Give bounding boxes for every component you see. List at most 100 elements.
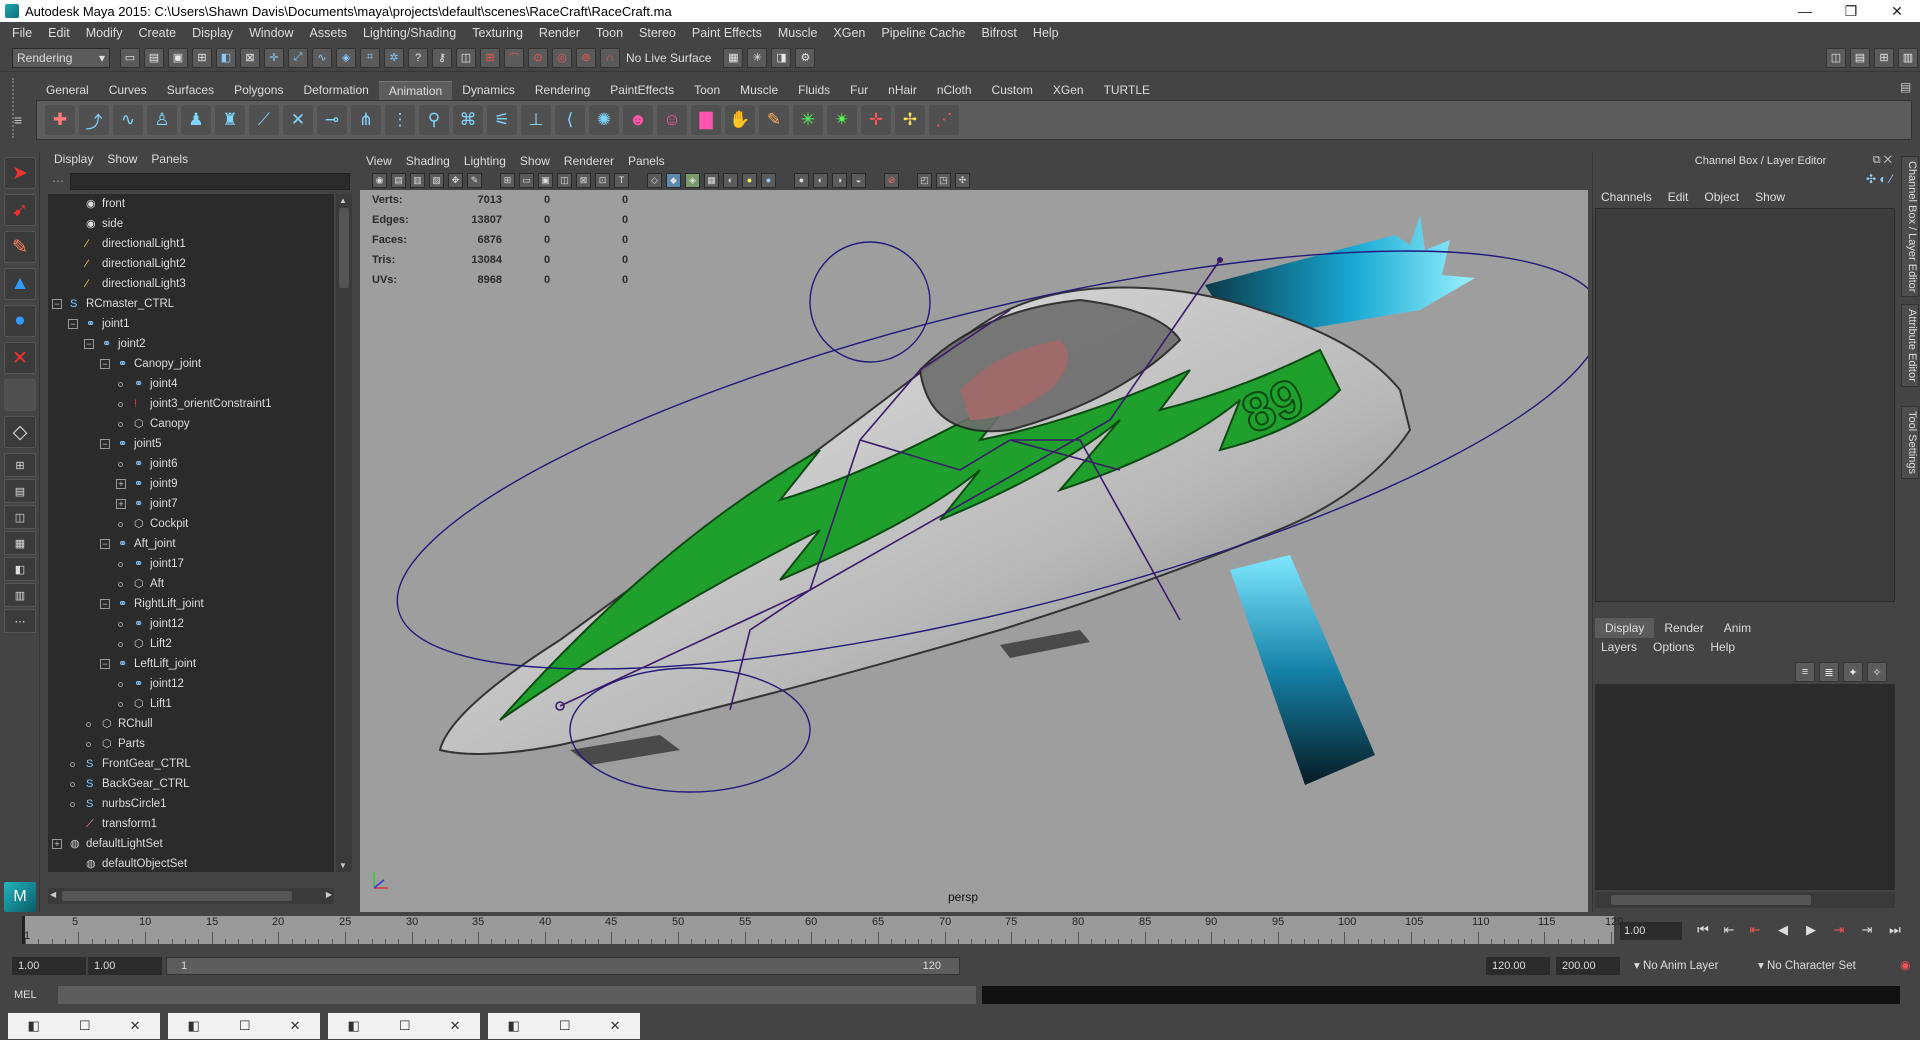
layer-menu-options[interactable]: Options [1653,640,1694,654]
smooth-bind-icon[interactable]: ♟ [181,105,211,135]
grease-pencil-icon[interactable]: ✎ [467,172,482,188]
close-icon[interactable]: ✕ [130,1018,141,1034]
save-scene-icon[interactable]: ▣ [168,47,188,68]
shelf-tab-dynamics[interactable]: Dynamics [452,81,525,99]
close-icon[interactable]: ✕ [450,1018,461,1034]
move-layer-up-icon[interactable]: ≡ [1795,662,1815,682]
outliner-item[interactable]: − S RCmaster_CTRL [48,294,334,314]
play-forwards-button[interactable]: ▶ [1800,922,1822,940]
graph-editor-layout-icon[interactable]: ▥ [4,583,36,607]
outliner-item[interactable]: − ⚭ LeftLift_joint [48,654,334,674]
command-input[interactable] [58,986,976,1004]
menu-edit[interactable]: Edit [40,26,78,40]
scroll-down-arrow-icon[interactable]: ▼ [339,861,347,870]
single-perspective-layout-icon[interactable]: ◇ [4,416,36,448]
outliner-item[interactable]: − ⚭ Aft_joint [48,534,334,554]
bind-skin-icon[interactable]: ♙ [147,105,177,135]
collapse-icon[interactable]: − [84,339,94,349]
shelf-tab-general[interactable]: General [36,81,99,99]
ik-handle-icon[interactable]: ⤴ [79,105,109,135]
open-scene-icon[interactable]: ▤ [144,47,164,68]
layer-tab-render[interactable]: Render [1654,618,1713,638]
isolate-select-icon[interactable]: ◒ [851,172,866,188]
outliner-item[interactable]: ⚭ joint17 [48,554,334,574]
select-handle-icon[interactable]: ✛ [264,47,284,68]
joint-tool-icon[interactable]: ⟋ [249,105,279,135]
outliner-item[interactable]: ⬡ Aft [48,574,334,594]
new-scene-icon[interactable]: ▭ [120,47,140,68]
racecraft-model[interactable]: 89 [360,190,1588,912]
layer-horizontal-scrollbar[interactable] [1595,892,1895,908]
reroot-skeleton-icon[interactable]: ⋔ [351,105,381,135]
menu-lighting-shading[interactable]: Lighting/Shading [355,26,464,40]
outliner-item[interactable]: ⬡ RChull [48,714,334,734]
safe-title-icon[interactable]: T [614,172,629,188]
menu-bifrost[interactable]: Bifrost [973,26,1024,40]
film-gate-icon[interactable]: ▭ [519,172,534,188]
outliner-menu-show[interactable]: Show [107,152,137,166]
outliner-item[interactable]: + ⚭ joint9 [48,474,334,494]
outliner-item[interactable]: ⬡ Cockpit [48,514,334,534]
animation-start-field[interactable]: 1.00 [12,957,86,975]
last-tool-icon[interactable] [4,379,36,411]
outliner-item[interactable]: − ⚭ RightLift_joint [48,594,334,614]
close-button[interactable]: ✕ [1874,0,1920,22]
playback-start-field[interactable]: 1.00 [88,957,162,975]
select-curve-icon[interactable]: ∿ [312,47,332,68]
shelf-tab-deformation[interactable]: Deformation [293,81,378,99]
outliner-search-input[interactable] [70,172,350,190]
viewport-menu-lighting[interactable]: Lighting [464,154,506,168]
make-live-icon[interactable]: ⊚ [576,47,596,68]
select-tool-icon[interactable]: ➤ [4,157,36,189]
menu-paint-effects[interactable]: Paint Effects [684,26,770,40]
collapse-icon[interactable]: − [100,599,110,609]
range-slider-bar[interactable]: 1 120 [166,957,960,975]
wireframe-icon[interactable]: ◇ [647,172,662,188]
outliner-item[interactable]: ⚭ joint4 [48,374,334,394]
outliner-item[interactable]: ! joint3_orientConstraint1 [48,394,334,414]
scroll-left-arrow-icon[interactable]: ◀ [50,890,56,899]
shelf-tab-turtle[interactable]: TURTLE [1094,81,1160,99]
toggle-attribute-editor-icon[interactable]: ▤ [1850,47,1870,68]
outliner-horizontal-scrollbar[interactable]: ◀ ▶ [48,888,334,904]
camera-attributes-icon[interactable]: ▤ [391,172,406,188]
minimized-window-4[interactable]: ◧ ☐ ✕ [488,1013,640,1039]
shelf-tab-xgen[interactable]: XGen [1043,81,1094,99]
viewport-menu-panels[interactable]: Panels [628,154,665,168]
shelf-grip[interactable] [12,78,20,138]
locator-icon[interactable]: ✳ [793,105,823,135]
scroll-thumb[interactable] [339,208,349,288]
select-hierarchy-icon[interactable]: ⊞ [192,47,212,68]
grid-icon[interactable]: ⊞ [500,172,515,188]
collapse-icon[interactable]: − [100,439,110,449]
shelf-tab-muscle[interactable]: Muscle [730,81,788,99]
ik-spline-icon[interactable]: ∿ [113,105,143,135]
aim-constraint-icon[interactable]: ⟨ [555,105,585,135]
side-tab-attribute-editor[interactable]: Attribute Editor [1901,304,1919,387]
gate-mask-icon[interactable]: ◫ [557,172,572,188]
menu-help[interactable]: Help [1025,26,1067,40]
shelf-tab-rendering[interactable]: Rendering [525,81,600,99]
outliner-item[interactable]: ⁄ directionalLight1 [48,234,334,254]
outliner-item[interactable]: ◉ side [48,214,334,234]
playback-end-field[interactable]: 120.00 [1486,957,1550,975]
paint-weights-icon[interactable]: ✎ [759,105,789,135]
expand-icon[interactable]: + [116,479,126,489]
soft-mod-icon[interactable]: ✋ [725,105,755,135]
shelf-tab-toon[interactable]: Toon [684,81,730,99]
scroll-up-arrow-icon[interactable]: ▲ [339,196,347,205]
parent-constraint-icon[interactable]: ✛ [861,105,891,135]
paint-select-tool-icon[interactable]: ✎ [4,231,36,263]
cluster-icon[interactable]: ⚟ [487,105,517,135]
select-object-icon[interactable]: ◧ [216,47,236,68]
outliner-item[interactable]: − ⚭ Canopy_joint [48,354,334,374]
render-view-icon[interactable]: ▦ [723,47,744,68]
rigid-bind-icon[interactable]: ♜ [215,105,245,135]
go-to-end-button[interactable]: ⏭ [1884,922,1906,940]
step-back-frame-button[interactable]: ⇤ [1744,922,1766,940]
expand-icon[interactable]: + [52,839,62,849]
insert-joint-icon[interactable]: ⊸ [317,105,347,135]
layer-tab-anim[interactable]: Anim [1714,618,1761,638]
menu-modify[interactable]: Modify [78,26,131,40]
motion-blur-icon[interactable]: ● [794,172,809,188]
